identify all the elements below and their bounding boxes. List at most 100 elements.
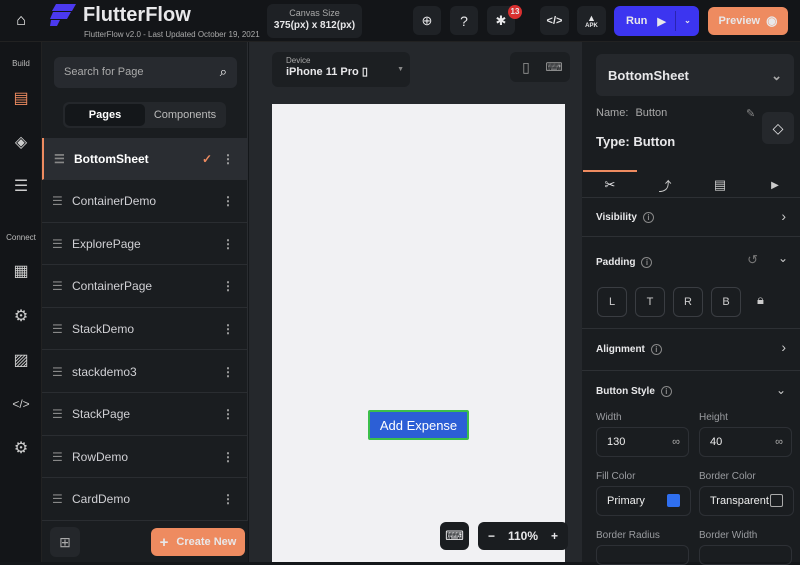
page-list-item[interactable]: ☰ ContainerPage ⋮	[42, 266, 248, 308]
api-icon[interactable]: ⚙	[9, 304, 33, 328]
padding-bottom[interactable]: B	[711, 287, 741, 317]
tab-pages[interactable]: Pages	[65, 104, 145, 126]
zoom-out-icon[interactable]: −	[488, 529, 495, 543]
color-swatch	[667, 494, 680, 507]
canvas-size-label: Canvas Size	[289, 8, 340, 18]
page-list-item[interactable]: ☰ CardDemo ⋮	[42, 479, 248, 521]
chevron-down-icon[interactable]: ⌄	[776, 383, 786, 397]
drag-handle-icon[interactable]: ☰	[52, 322, 64, 336]
device-select[interactable]: Device iPhone 11 Pro ▯ ▼	[272, 52, 410, 87]
more-options-icon[interactable]: ⋮	[222, 450, 234, 464]
more-options-icon[interactable]: ⋮	[222, 492, 234, 506]
create-new-button[interactable]: + Create New	[151, 528, 245, 556]
more-options-icon[interactable]: ⋮	[222, 365, 234, 379]
tab-actions-icon[interactable]: ⤴	[645, 174, 685, 196]
name-row: Name: Button	[596, 107, 668, 119]
chevron-down-icon[interactable]: ⌄	[675, 11, 699, 31]
edit-icon[interactable]: ✎	[746, 107, 755, 120]
padding-right[interactable]: R	[673, 287, 703, 317]
drag-handle-icon[interactable]: ☰	[52, 237, 64, 251]
add-expense-button[interactable]: Add Expense	[368, 410, 469, 440]
settings-icon[interactable]: ⚙	[9, 436, 33, 460]
diamond-icon[interactable]: ◇	[762, 112, 794, 144]
drag-handle-icon[interactable]: ☰	[52, 492, 64, 506]
bug-count-badge: 13	[508, 5, 522, 19]
media-icon[interactable]: ▨	[9, 348, 33, 372]
padding-left[interactable]: L	[597, 287, 627, 317]
keyboard-toggle-icon[interactable]: ⌨	[440, 522, 469, 550]
drag-handle-icon[interactable]: ☰	[52, 407, 64, 421]
more-options-icon[interactable]: ⋮	[222, 279, 234, 293]
eye-icon: ◉	[766, 13, 778, 28]
phone-canvas	[272, 104, 565, 562]
android-icon: ▲	[587, 12, 596, 23]
database-icon[interactable]: ▦	[9, 259, 33, 283]
infinity-icon: ∞	[672, 436, 680, 448]
preview-button[interactable]: Preview ◉	[708, 7, 788, 35]
tab-preview-icon[interactable]: ▶	[755, 174, 795, 196]
lock-icon[interactable]: 🔒︎	[757, 292, 764, 308]
mobile-icon[interactable]: ▯	[515, 55, 537, 79]
page-list-item[interactable]: ☰ RowDemo ⋮	[42, 436, 248, 479]
code-icon[interactable]: </>	[540, 6, 569, 35]
keyboard-icon[interactable]: ⌨	[543, 55, 565, 79]
name-value: Button	[635, 107, 668, 119]
more-options-icon[interactable]: ⋮	[222, 322, 234, 336]
search-icon: ⌕	[219, 64, 227, 79]
reset-icon[interactable]: ↺	[747, 252, 758, 268]
list-icon[interactable]: ☰	[9, 174, 33, 198]
tab-components[interactable]: Components	[145, 104, 225, 126]
more-options-icon[interactable]: ⋮	[222, 237, 234, 251]
page-name: stackdemo3	[72, 364, 137, 379]
fill-color-picker[interactable]: Primary	[596, 486, 691, 516]
page-name: ExplorePage	[72, 236, 141, 251]
drag-handle-icon[interactable]: ☰	[52, 450, 64, 464]
tab-properties-icon[interactable]: ✂	[590, 174, 630, 196]
drag-handle-icon[interactable]: ☰	[52, 194, 64, 208]
preview-label: Preview	[718, 15, 761, 27]
pages-tabs: Pages Components	[63, 102, 226, 128]
border-color-picker[interactable]: Transparent	[699, 486, 794, 516]
layers-icon[interactable]: ◈	[9, 130, 33, 154]
border-radius-input[interactable]	[596, 545, 689, 565]
custom-code-icon[interactable]: </>	[9, 392, 33, 416]
page-list-item[interactable]: ☰ ExplorePage ⋮	[42, 223, 248, 266]
page-list-item[interactable]: ☰ stackdemo3 ⋮	[42, 351, 248, 393]
zoom-in-icon[interactable]: +	[551, 529, 558, 543]
more-options-icon[interactable]: ⋮	[222, 152, 234, 166]
more-options-icon[interactable]: ⋮	[222, 407, 234, 421]
plus-icon: +	[159, 533, 169, 551]
padding-top[interactable]: T	[635, 287, 665, 317]
page-list-item[interactable]: ☰ StackDemo ⋮	[42, 308, 248, 351]
help-icon[interactable]: ?	[450, 6, 478, 35]
active-tab-indicator	[583, 170, 637, 172]
home-icon[interactable]: ⌂	[0, 0, 42, 42]
page-selector[interactable]: BottomSheet ⌄	[596, 54, 794, 96]
border-width-input[interactable]	[699, 545, 792, 565]
play-icon: ▶	[657, 15, 666, 28]
visibility-section[interactable]: Visibility i ›	[582, 199, 800, 237]
alignment-section[interactable]: Alignment i ›	[582, 329, 800, 371]
page-list-item[interactable]: ☰ StackPage ⋮	[42, 394, 248, 436]
new-page-icon[interactable]: ⊕	[413, 6, 441, 35]
drag-handle-icon[interactable]: ☰	[54, 152, 66, 166]
infinity-icon: ∞	[775, 436, 783, 448]
apk-button[interactable]: ▲ APK	[577, 6, 606, 35]
tab-backend-icon[interactable]: ▤	[700, 174, 740, 196]
canvas-size-value: 375(px) x 812(px)	[273, 20, 356, 31]
drag-handle-icon[interactable]: ☰	[52, 279, 64, 293]
page-search-input[interactable]: Search for Page ⌕	[54, 57, 237, 88]
grid-view-icon[interactable]: ⊞	[50, 527, 80, 557]
run-button[interactable]: Run ▶ ⌄	[614, 6, 699, 36]
button-style-heading: Button Style i	[596, 386, 672, 397]
width-input[interactable]: 130 ∞	[596, 427, 689, 457]
page-list-item[interactable]: ☰ ContainerDemo ⋮	[42, 181, 248, 223]
height-label: Height	[699, 412, 728, 423]
widget-tree-icon[interactable]: ▤	[9, 86, 33, 110]
page-list-item[interactable]: ☰ BottomSheet ✓ ⋮	[42, 138, 248, 180]
more-options-icon[interactable]: ⋮	[222, 194, 234, 208]
chevron-down-icon[interactable]: ⌄	[778, 251, 788, 265]
fill-color-label: Fill Color	[596, 471, 636, 482]
drag-handle-icon[interactable]: ☰	[52, 365, 64, 379]
height-input[interactable]: 40 ∞	[699, 427, 792, 457]
